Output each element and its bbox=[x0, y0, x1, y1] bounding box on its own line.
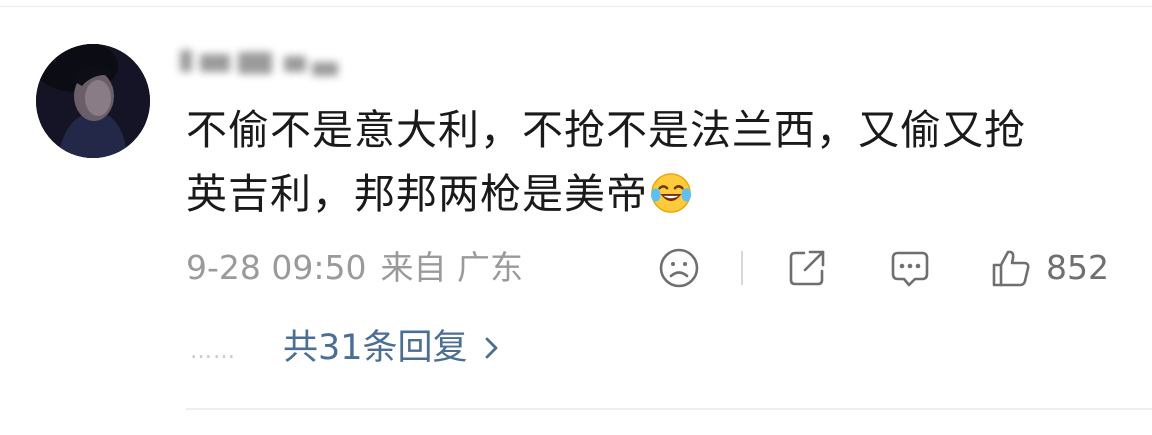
comment-text-line2-content: 英吉利，邦邦两枪是美帝 bbox=[186, 170, 648, 218]
laugh-cry-emoji-icon bbox=[650, 173, 692, 213]
location: 来自 广东 bbox=[380, 248, 524, 287]
bottom-divider bbox=[186, 408, 1152, 410]
replies-label: 共31条回复 bbox=[283, 328, 468, 368]
comment-bubble-icon bbox=[891, 251, 929, 287]
share-button[interactable] bbox=[786, 246, 828, 290]
comment-text-line2: 英吉利，邦邦两枪是美帝 bbox=[186, 162, 1126, 226]
thumbs-up-icon bbox=[992, 250, 1030, 287]
comment-text: 不偷不是意大利，不抢不是法兰西，又偷又抢 英吉利，邦邦两枪是美帝 bbox=[186, 98, 1126, 226]
like-count: 852 bbox=[1046, 248, 1109, 287]
view-replies-link[interactable]: 共31条回复 bbox=[283, 326, 500, 370]
action-separator bbox=[741, 251, 743, 285]
comment-button[interactable] bbox=[888, 246, 932, 290]
top-divider bbox=[0, 6, 1152, 7]
avatar[interactable] bbox=[36, 44, 150, 158]
dislike-button[interactable] bbox=[658, 246, 700, 290]
comment-meta: 9-28 09:50 来自 广东 bbox=[186, 248, 523, 288]
comment-text-line1: 不偷不是意大利，不抢不是法兰西，又偷又抢 bbox=[186, 106, 1026, 154]
chevron-right-icon bbox=[485, 337, 497, 359]
sad-face-icon bbox=[659, 248, 699, 288]
username-redacted bbox=[180, 44, 342, 82]
share-icon bbox=[789, 250, 825, 286]
timestamp: 9-28 09:50 bbox=[186, 248, 367, 287]
reply-dots: …… bbox=[190, 339, 236, 364]
like-button[interactable]: 852 bbox=[990, 246, 1109, 290]
